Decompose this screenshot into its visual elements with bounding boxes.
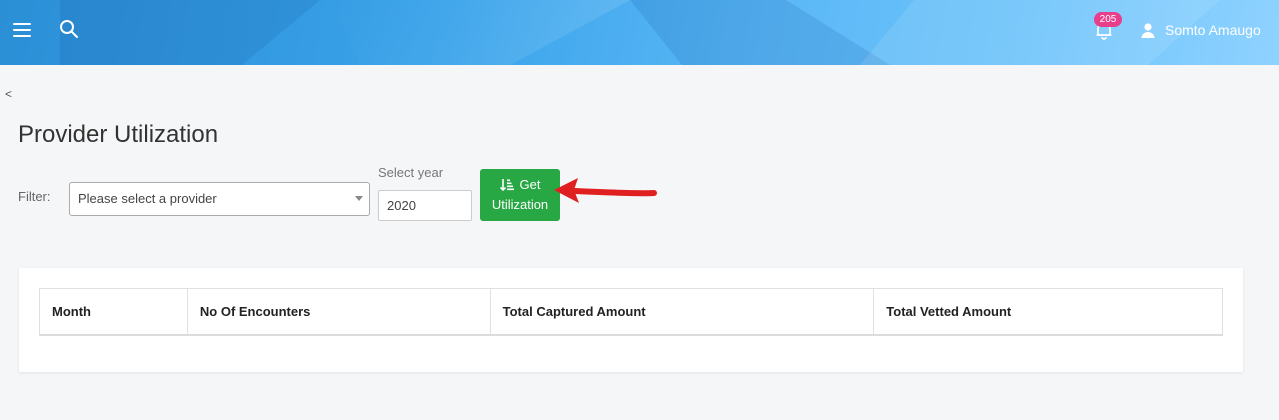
hamburger-menu-icon[interactable] [13,23,31,37]
user-menu[interactable]: Somto Amaugo [1141,22,1261,38]
search-icon[interactable] [58,18,80,40]
table-header-row: Month No Of Encounters Total Captured Am… [39,288,1223,336]
top-navbar: 205 Somto Amaugo [0,0,1279,65]
get-utilization-button[interactable]: Get Utilization [480,169,560,221]
back-link[interactable]: < [5,87,12,101]
column-header-vetted-amount[interactable]: Total Vetted Amount [873,288,1223,336]
notification-count-badge: 205 [1094,12,1122,27]
utilization-table: Month No Of Encounters Total Captured Am… [39,288,1223,336]
header-decoration [60,0,320,65]
get-utilization-label-line2: Utilization [491,197,549,212]
annotation-arrow [554,178,657,203]
provider-select[interactable]: Please select a provider [69,182,370,216]
filter-label: Filter: [18,189,51,204]
column-header-captured-amount[interactable]: Total Captured Amount [489,288,875,336]
year-label: Select year [378,165,444,180]
get-utilization-label-line1: Get [519,177,541,192]
year-input[interactable] [378,190,472,221]
provider-select-value: Please select a provider [78,191,217,206]
utilization-table-card: Month No Of Encounters Total Captured Am… [19,268,1243,372]
dropdown-caret-icon [355,196,363,201]
column-header-encounters[interactable]: No Of Encounters [186,288,491,336]
page-title: Provider Utilization [18,121,219,148]
sort-amount-icon [499,179,514,191]
header-decoration [330,0,630,65]
user-icon [1141,22,1155,38]
column-header-month[interactable]: Month [39,288,188,336]
user-name: Somto Amaugo [1165,22,1261,38]
header-decoration [630,0,890,65]
